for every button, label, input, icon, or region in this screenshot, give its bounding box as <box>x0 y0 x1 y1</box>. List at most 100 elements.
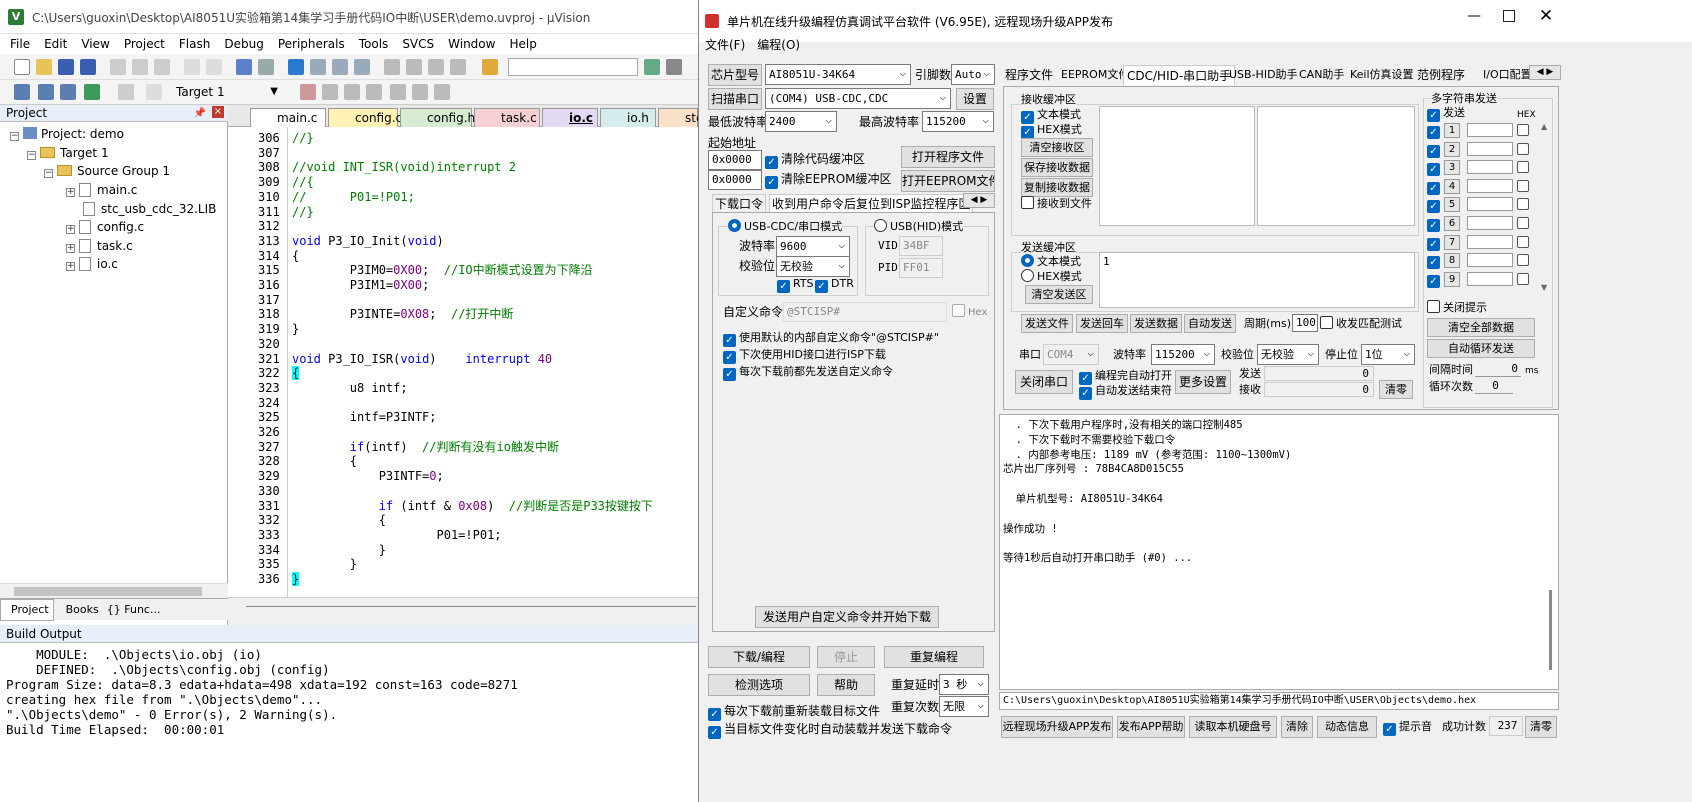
maximize-icon[interactable] <box>1503 10 1515 22</box>
expand-icon[interactable]: + <box>66 244 75 253</box>
tab-reset-isp[interactable]: 收到用户命令后复位到ISP监控程序区 <box>769 194 974 213</box>
copy-recv-button[interactable]: 复制接收数据 <box>1021 178 1093 197</box>
sound-tip-checkbox[interactable]: ✓ 提示音 <box>1383 719 1432 736</box>
menu-tools[interactable]: Tools <box>352 34 396 54</box>
check-icon[interactable]: ✓ <box>1427 237 1440 251</box>
expand-icon[interactable]: + <box>66 188 75 197</box>
expand-icon[interactable]: + <box>66 225 75 234</box>
send-text-mode-radio[interactable]: 文本模式 <box>1021 254 1081 270</box>
tab-usb-hid[interactable]: USB-HID助手 <box>1229 65 1298 85</box>
reload-checkbox[interactable]: ✓ 每次下载前重新装载目标文件 <box>708 703 880 721</box>
menu-peripherals[interactable]: Peripherals <box>271 34 352 54</box>
menu-view[interactable]: View <box>74 34 116 54</box>
multi-send-field[interactable] <box>1467 123 1513 137</box>
check-icon[interactable]: ✓ <box>1427 256 1440 270</box>
check-options-button[interactable]: 检测选项 <box>708 674 810 696</box>
multi-send-button[interactable]: 4 <box>1444 178 1460 194</box>
tree-file-task-c[interactable]: + task.c <box>66 237 133 255</box>
recv-hex-area[interactable] <box>1257 106 1415 226</box>
tools-icon[interactable] <box>666 59 682 75</box>
hid-next-checkbox[interactable]: ✓ 下次使用HID接口进行ISP下载 <box>723 347 886 364</box>
chip-model-button[interactable]: 芯片型号 <box>708 64 762 86</box>
bookmark-icon[interactable] <box>288 59 304 75</box>
close-tip-checkbox[interactable]: 关闭提示 <box>1427 300 1487 316</box>
multi-send-field[interactable] <box>1467 141 1513 156</box>
tab-config-h[interactable]: config.h <box>400 108 475 127</box>
download-program-button[interactable]: 下载/编程 <box>708 646 810 668</box>
reprogram-button[interactable]: 重复编程 <box>884 646 984 668</box>
send-enter-button[interactable]: 发送回车 <box>1076 314 1128 333</box>
tree-target[interactable]: − Target 1 <box>27 144 109 162</box>
scan-port-button[interactable]: 扫描串口 <box>708 88 762 110</box>
tab-io-h[interactable]: io.h <box>600 108 656 127</box>
clear-eeprom-checkbox[interactable]: ✓ 清除EEPROM缓冲区 <box>765 171 892 189</box>
eeprom-addr-field[interactable]: 0x0000 <box>708 170 762 190</box>
unindent-icon[interactable] <box>406 59 422 75</box>
clear-count-button[interactable]: 清零 <box>1379 380 1413 399</box>
tab-io-c[interactable]: io.c <box>542 108 598 127</box>
hex-checkbox[interactable]: Hex <box>952 304 987 321</box>
collapse-icon[interactable]: − <box>10 132 19 141</box>
period-field[interactable]: 100 <box>1292 314 1318 332</box>
multi-hex-checkbox[interactable] <box>1517 124 1529 136</box>
tree-file-lib[interactable]: stc_usb_cdc_32.LIB <box>83 200 216 218</box>
menu-window[interactable]: Window <box>441 34 502 54</box>
clear-all-button[interactable]: 清空全部数据 <box>1427 318 1535 337</box>
tab-project[interactable]: Project <box>0 599 54 621</box>
send-custom-cmd-button[interactable]: 发送用户自定义命令并开始下载 <box>755 606 939 628</box>
publish-help-button[interactable]: 发布APP帮助 <box>1117 716 1185 738</box>
multi-hex-checkbox[interactable] <box>1517 235 1529 248</box>
port-select[interactable]: (COM4) USB-CDC,CDC <box>765 88 951 109</box>
vid-field[interactable]: 34BF <box>899 236 943 256</box>
send-hex-mode-radio[interactable]: HEX模式 <box>1021 269 1082 285</box>
multi-hex-checkbox[interactable] <box>1517 179 1529 192</box>
read-disk-id-button[interactable]: 读取本机硬盘号 <box>1189 716 1277 738</box>
rte-icon[interactable] <box>390 84 406 100</box>
auto-send-end-checkbox[interactable]: ✓ 自动发送结束符 <box>1079 383 1172 400</box>
clear-success-button[interactable]: 清零 <box>1525 716 1557 738</box>
find-combo[interactable] <box>508 58 638 76</box>
save-recv-button[interactable]: 保存接收数据 <box>1021 158 1093 177</box>
project-hscrollbar[interactable] <box>0 583 228 599</box>
tree-file-io-c[interactable]: + io.c <box>66 255 118 273</box>
check-icon[interactable]: ✓ <box>1427 163 1440 177</box>
multi-send-field[interactable] <box>1467 197 1513 212</box>
multi-send-button[interactable]: 7 <box>1444 234 1460 250</box>
menu-flash[interactable]: Flash <box>172 34 217 54</box>
multi-hex-checkbox[interactable] <box>1517 254 1529 267</box>
tab-eeprom-file[interactable]: EEPROM文件 <box>1061 65 1129 85</box>
manage-components-icon[interactable] <box>344 84 360 100</box>
open-program-button[interactable]: 打开程序文件 <box>901 146 995 168</box>
multi-hex-checkbox[interactable] <box>1517 161 1529 174</box>
close-port-button[interactable]: 关闭串口 <box>1015 370 1073 394</box>
auto-send-button[interactable]: 自动发送 <box>1184 314 1236 333</box>
cut-icon[interactable] <box>110 59 126 75</box>
multi-hex-checkbox[interactable] <box>1517 272 1529 285</box>
new-file-icon[interactable] <box>14 59 30 75</box>
check-icon[interactable]: ✓ <box>1427 126 1440 139</box>
undo-icon[interactable] <box>184 59 200 75</box>
collapse-icon[interactable]: − <box>27 151 36 160</box>
default-cmd-checkbox[interactable]: ✓ 使用默认的内部自定义命令"@STCISP#" <box>723 330 939 347</box>
clear-recv-button[interactable]: 清空接收区 <box>1021 138 1093 157</box>
editor-hscrollbar[interactable] <box>228 597 698 625</box>
parity2-select[interactable]: 无校验 <box>1257 344 1319 365</box>
usb-hid-radio[interactable]: USB(HID)模式 <box>874 219 964 235</box>
baud2-select[interactable]: 115200 <box>1151 344 1215 365</box>
help-button[interactable]: 帮助 <box>817 674 875 696</box>
tab-stc[interactable]: stc <box>658 108 703 127</box>
multi-hex-checkbox[interactable] <box>1517 142 1529 155</box>
download-icon[interactable] <box>84 84 100 100</box>
save-icon[interactable] <box>58 59 74 75</box>
repeat-delay-select[interactable]: 3 秒 <box>939 674 989 695</box>
multi-send-button[interactable]: 8 <box>1444 253 1460 269</box>
tree-project[interactable]: − Project: demo <box>10 125 124 143</box>
stop-build-icon[interactable] <box>118 84 134 100</box>
auto-loop-button[interactable]: 自动循环发送 <box>1427 339 1535 358</box>
stop-bits-select[interactable]: 1位 <box>1361 344 1415 365</box>
log-vscrollbar[interactable] <box>1549 590 1552 670</box>
send-cmd-first-checkbox[interactable]: ✓ 每次下载前都先发送自定义命令 <box>723 364 893 381</box>
copy-icon[interactable] <box>132 59 148 75</box>
paste-icon[interactable] <box>154 59 170 75</box>
tab-task-c[interactable]: task.c <box>474 108 540 127</box>
